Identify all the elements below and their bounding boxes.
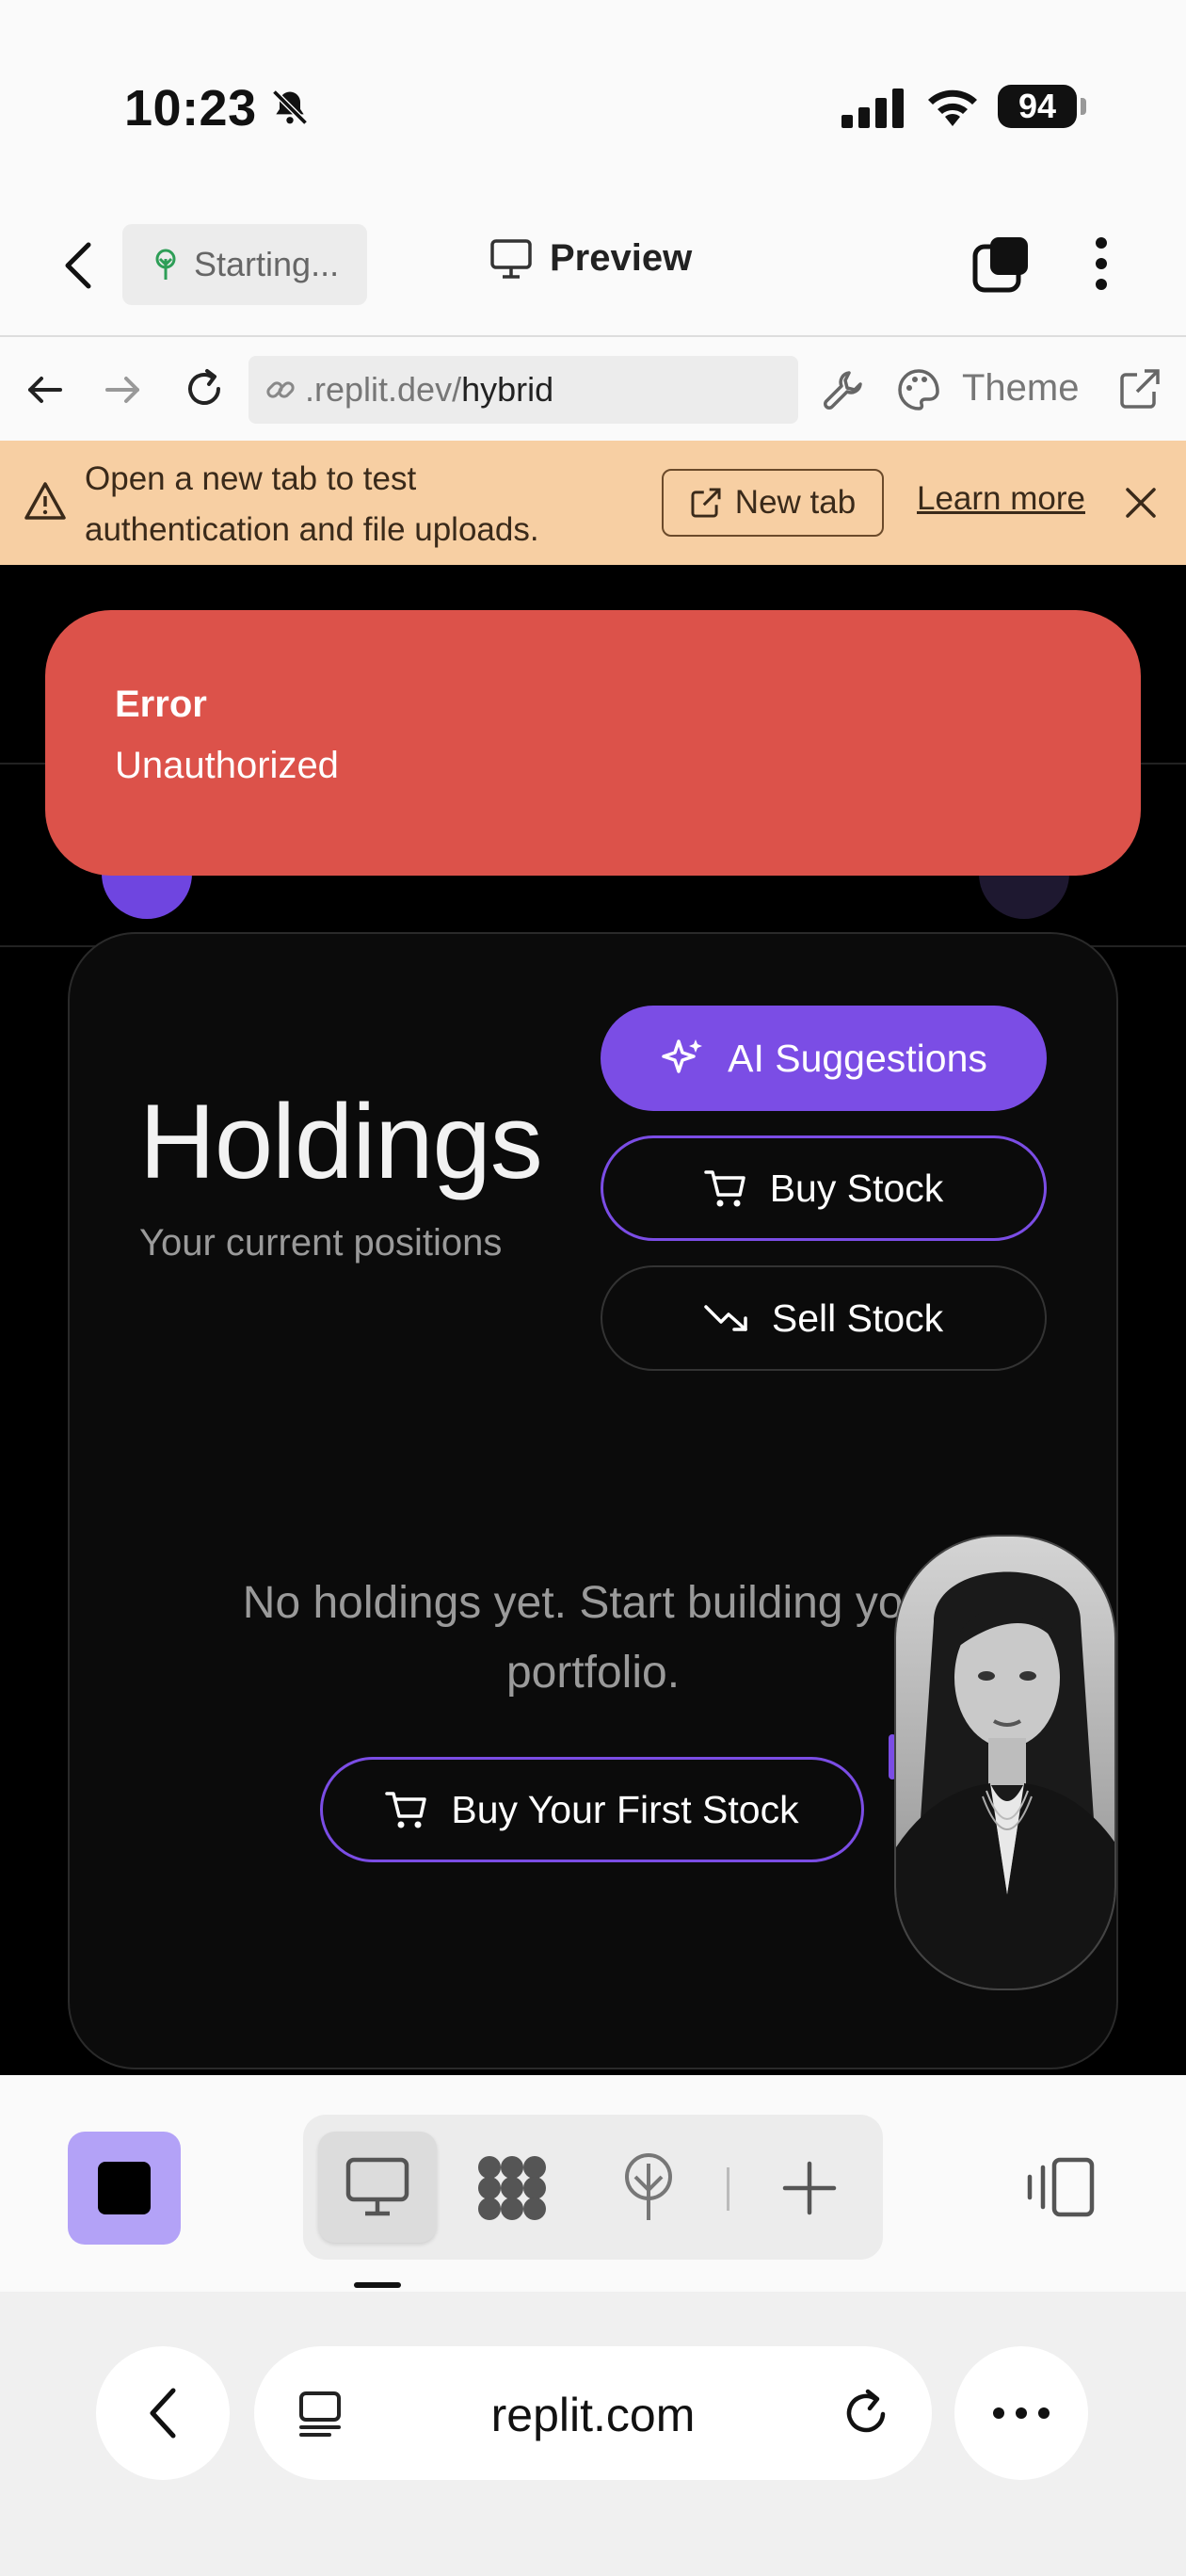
buy-first-stock-label: Buy Your First Stock xyxy=(451,1787,799,1831)
ai-suggestions-label: AI Suggestions xyxy=(728,1036,987,1080)
external-link-icon xyxy=(690,487,722,519)
sell-stock-button[interactable]: Sell Stock xyxy=(601,1265,1047,1371)
assistant-portrait[interactable] xyxy=(894,1535,1116,1990)
url-path: hybrid xyxy=(461,370,554,409)
empty-holdings-message: No holdings yet. Start building your por… xyxy=(242,1578,944,1698)
tabs-switcher-icon[interactable] xyxy=(971,233,1032,294)
stop-icon xyxy=(98,2162,151,2214)
preview-tab-title[interactable]: Preview xyxy=(489,237,692,280)
toast-message: Unauthorized xyxy=(115,745,339,786)
preview-label: Preview xyxy=(550,237,693,279)
back-chevron-icon[interactable] xyxy=(58,239,100,292)
preview-url-field[interactable]: .replit.dev/hybrid xyxy=(248,356,798,424)
reload-icon[interactable] xyxy=(840,2386,892,2439)
holdings-subtitle: Your current positions xyxy=(139,1222,503,1264)
buy-stock-label: Buy Stock xyxy=(769,1166,944,1210)
starting-status-pill[interactable]: Starting... xyxy=(122,224,367,305)
signal-icon xyxy=(840,87,906,128)
add-tab-icon[interactable] xyxy=(781,2160,838,2216)
more-vertical-icon[interactable] xyxy=(1092,235,1111,292)
holdings-title: Holdings xyxy=(139,1083,543,1200)
toast-title: Error xyxy=(115,684,207,725)
warning-triangle-icon xyxy=(23,480,68,522)
theme-label[interactable]: Theme xyxy=(962,367,1080,410)
monitor-icon xyxy=(489,238,533,280)
ai-suggestions-button[interactable]: AI Suggestions xyxy=(601,1006,1047,1111)
deploy-icon[interactable] xyxy=(619,2152,678,2224)
new-tab-button[interactable]: New tab xyxy=(662,469,884,537)
url-domain: .replit.dev/ xyxy=(305,370,462,409)
buy-first-stock-button[interactable]: Buy Your First Stock xyxy=(320,1757,864,1862)
bell-off-icon xyxy=(269,87,311,128)
browser-more-button[interactable] xyxy=(954,2346,1088,2480)
nav-forward-icon[interactable] xyxy=(102,369,143,411)
status-time: 10:23 xyxy=(124,80,257,137)
learn-more-link[interactable]: Learn more xyxy=(917,480,1085,518)
sell-stock-label: Sell Stock xyxy=(771,1296,944,1340)
banner-message: Open a new tab to test authentication an… xyxy=(85,460,539,548)
buy-stock-button[interactable]: Buy Stock xyxy=(601,1135,1047,1241)
trending-down-icon xyxy=(704,1299,749,1337)
browser-back-button[interactable] xyxy=(96,2346,230,2480)
link-icon xyxy=(264,373,297,407)
wifi-icon xyxy=(924,83,981,128)
battery-indicator: 94 xyxy=(998,85,1077,128)
sparkles-icon xyxy=(660,1036,705,1081)
monitor-icon xyxy=(345,2156,410,2218)
nav-back-icon[interactable] xyxy=(24,369,66,411)
devtools-wrench-icon[interactable] xyxy=(821,367,866,412)
theme-palette-icon[interactable] xyxy=(896,367,941,412)
browser-address-text: replit.com xyxy=(490,2389,696,2441)
cart-icon xyxy=(385,1788,428,1831)
error-toast[interactable]: Error Unauthorized xyxy=(45,610,1141,876)
panel-toggle-icon[interactable] xyxy=(1026,2156,1096,2218)
cart-icon xyxy=(703,1167,747,1210)
active-tab-underline xyxy=(354,2282,401,2288)
workflow-nodes-icon[interactable] xyxy=(476,2154,548,2222)
new-tab-label: New tab xyxy=(734,484,857,521)
close-icon[interactable] xyxy=(1122,484,1160,522)
starting-label: Starting... xyxy=(194,245,340,283)
segment-divider xyxy=(727,2167,729,2211)
external-link-icon[interactable] xyxy=(1118,367,1162,411)
deploy-tree-icon xyxy=(151,248,181,282)
reload-icon[interactable] xyxy=(181,365,228,412)
battery-tip xyxy=(1081,98,1086,115)
